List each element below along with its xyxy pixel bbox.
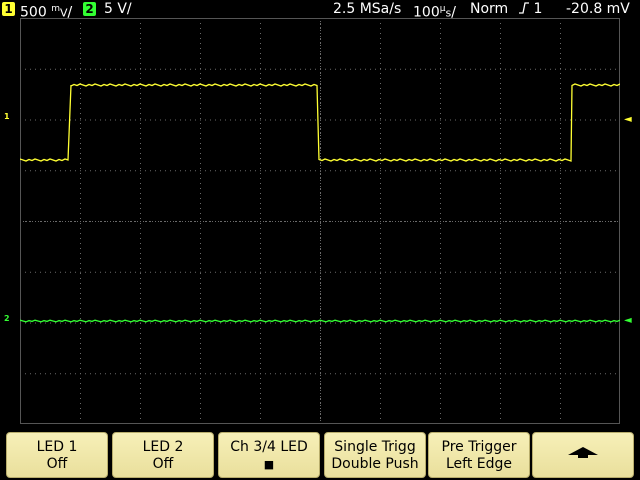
- softkey-ch34-led-value: ■: [263, 458, 275, 471]
- softkey-single-trigger-title: Single Trigg: [334, 439, 416, 455]
- channel-2-scale[interactable]: 5 V/: [104, 0, 132, 18]
- sample-rate: 2.5 MSa/s: [333, 1, 402, 17]
- softkey-led1-title: LED 1: [36, 439, 78, 455]
- acquisition-mode[interactable]: Norm: [470, 0, 508, 18]
- softkey-pre-trigger[interactable]: Pre Trigger Left Edge: [428, 432, 530, 478]
- rising-edge-icon: [519, 2, 529, 14]
- channel-2-marker-label: 2: [4, 314, 10, 323]
- graticule: [20, 18, 620, 424]
- waveform-display[interactable]: [20, 18, 620, 424]
- channel-1-ground-marker[interactable]: 1: [4, 112, 10, 121]
- trigger-info[interactable]: 1: [519, 0, 542, 18]
- softkey-led2-title: LED 2: [142, 439, 184, 455]
- channel-1-marker-label: 1: [4, 112, 10, 121]
- softkey-ch34-led[interactable]: Ch 3/4 LED ■: [218, 432, 320, 478]
- softkey-pre-trigger-title: Pre Trigger: [441, 439, 517, 455]
- softkey-single-trigger[interactable]: Single Trigg Double Push: [324, 432, 426, 478]
- status-bar: 1 500 mV/ 2 5 V/ 2.5 MSa/s 100µs/ Norm 1…: [0, 0, 640, 21]
- trigger-source: 1: [533, 1, 543, 17]
- softkey-up-menu[interactable]: [532, 432, 634, 478]
- channel-2-ground-marker[interactable]: 2: [4, 314, 10, 323]
- channel-2-badge[interactable]: 2: [83, 2, 96, 16]
- channel-1-scale-unit-top: m: [51, 4, 60, 14]
- channel-1-badge[interactable]: 1: [2, 2, 15, 16]
- channel-1-trace: [20, 83, 620, 162]
- softkey-single-trigger-value: Double Push: [331, 456, 419, 472]
- softkey-bar: LED 1 Off LED 2 Off Ch 3/4 LED ■ Single …: [0, 428, 640, 480]
- up-arrow-icon: [568, 447, 598, 458]
- softkey-led1[interactable]: LED 1 Off: [6, 432, 108, 478]
- softkey-led2[interactable]: LED 2 Off: [112, 432, 214, 478]
- channel-2-offset-arrow: ◄: [624, 315, 632, 326]
- softkey-pre-trigger-value: Left Edge: [445, 456, 513, 472]
- channel-1-trigger-level-arrow: ◄: [624, 114, 632, 125]
- softkey-led1-value: Off: [46, 456, 68, 472]
- trigger-level[interactable]: -20.8 mV: [566, 0, 630, 18]
- softkey-ch34-led-title: Ch 3/4 LED: [230, 439, 308, 455]
- softkey-led2-value: Off: [152, 456, 174, 472]
